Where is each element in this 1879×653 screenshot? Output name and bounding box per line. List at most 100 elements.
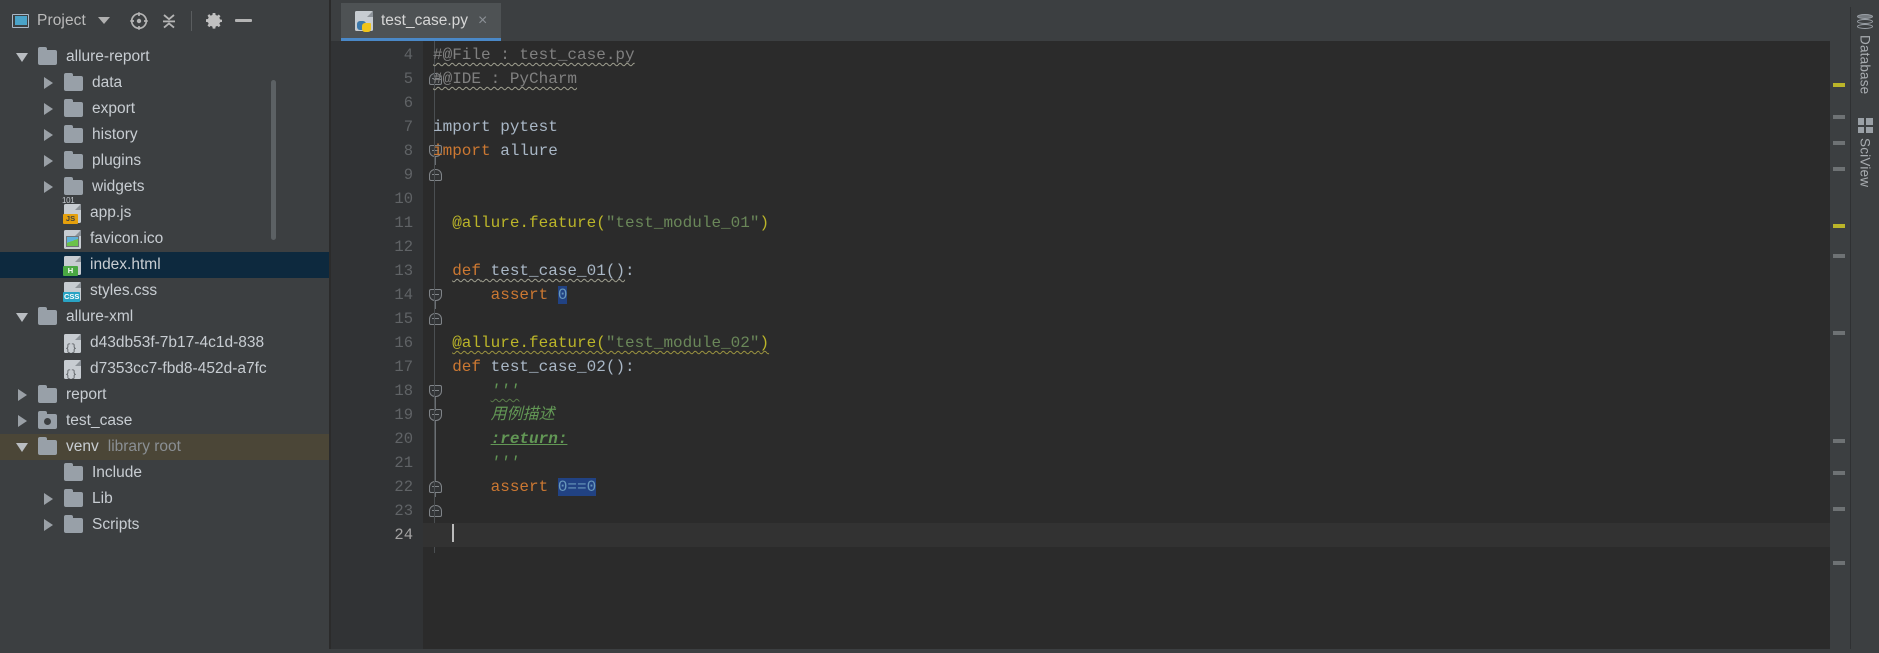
xml-file-icon — [64, 359, 81, 381]
window-bottom-edge — [0, 649, 1879, 653]
tree-item-venv[interactable]: venv library root — [0, 434, 331, 460]
code-line-21[interactable]: ''' — [423, 451, 1830, 475]
tree-item-index-html[interactable]: Hindex.html — [0, 252, 331, 278]
folder-icon — [38, 46, 57, 65]
tool-button-sciview[interactable]: SciView — [1851, 118, 1879, 188]
code-line-4[interactable]: #@File : test_case.py — [423, 43, 1830, 67]
collapse-arrow-icon[interactable] — [14, 387, 30, 403]
collapse-arrow-icon[interactable] — [40, 153, 56, 169]
change-marker[interactable] — [1833, 471, 1845, 475]
tree-item-scripts[interactable]: Scripts — [0, 512, 331, 538]
warning-marker[interactable] — [1833, 224, 1845, 228]
code-line-6[interactable] — [423, 91, 1830, 115]
code-line-19[interactable]: 用例描述 — [423, 403, 1830, 427]
folder-icon — [64, 72, 83, 91]
main-body: Project allure-report data export histor… — [0, 0, 1879, 653]
grid-chart-icon — [1857, 118, 1873, 134]
code-comment: #@File : test_case.py — [433, 46, 635, 64]
expand-arrow-icon[interactable] — [14, 439, 30, 455]
change-marker[interactable] — [1833, 439, 1845, 443]
change-marker[interactable] — [1833, 115, 1845, 119]
css-file-icon: CSS — [63, 281, 81, 302]
project-file-tree[interactable]: allure-report data export history plugins wid… — [0, 41, 331, 653]
project-scrollbar-thumb[interactable] — [271, 80, 276, 240]
code-keyword: import — [433, 118, 491, 136]
tree-item-data[interactable]: data — [0, 70, 331, 96]
code-line-17[interactable]: def test_case_02(): — [423, 355, 1830, 379]
crosshair-target-icon[interactable] — [124, 6, 154, 36]
code-line-8[interactable]: import allure — [423, 139, 1830, 163]
line-number-22: 22 — [394, 478, 413, 496]
twisty-placeholder — [40, 465, 56, 481]
code-string: "test_module_02" — [605, 334, 760, 352]
collapse-arrow-icon[interactable] — [14, 413, 30, 429]
change-marker[interactable] — [1833, 167, 1845, 171]
code-line-7[interactable]: import pytest — [423, 115, 1830, 139]
warning-marker[interactable] — [1833, 83, 1845, 87]
code-line-15[interactable] — [423, 307, 1830, 331]
collapse-all-icon[interactable] — [154, 6, 184, 36]
tree-item-app-js[interactable]: 101 JS app.js — [0, 196, 331, 226]
tree-item-lib[interactable]: Lib — [0, 486, 331, 512]
code-line-14[interactable]: assert 0 — [423, 283, 1830, 307]
code-line-16[interactable]: @allure.feature("test_module_02") — [423, 331, 1830, 355]
code-line-18[interactable]: ''' — [423, 379, 1830, 403]
tree-item-label: favicon.ico — [90, 230, 164, 247]
collapse-arrow-icon[interactable] — [40, 491, 56, 507]
tree-item-label: data — [92, 74, 123, 91]
code-line-13[interactable]: def test_case_01(): — [423, 259, 1830, 283]
code-line-11[interactable]: @allure.feature("test_module_01") — [423, 211, 1830, 235]
change-marker[interactable] — [1833, 141, 1845, 145]
code-line-22[interactable]: assert 0==0 — [423, 475, 1830, 499]
folder-icon — [38, 384, 57, 403]
tree-item-plugins[interactable]: plugins — [0, 148, 331, 174]
tree-item-allure-report[interactable]: allure-report — [0, 44, 331, 70]
folder-icon — [64, 462, 83, 481]
tree-item-d43db53f-7b17-4c1d-838[interactable]: d43db53f-7b17-4c1d-838 — [0, 330, 331, 356]
code-text-area[interactable]: #@File : test_case.py #@IDE : PyCharm impo… — [423, 41, 1830, 653]
collapse-arrow-icon[interactable] — [40, 127, 56, 143]
code-line-20[interactable]: :return: — [423, 427, 1830, 451]
code-line-24[interactable] — [423, 523, 1830, 547]
code-line-10[interactable] — [423, 187, 1830, 211]
editor-marker-bar[interactable] — [1830, 41, 1850, 653]
collapse-arrow-icon[interactable] — [40, 517, 56, 533]
expand-arrow-icon[interactable] — [14, 49, 30, 65]
code-line-5[interactable]: #@IDE : PyCharm — [423, 67, 1830, 91]
collapse-arrow-icon[interactable] — [40, 101, 56, 117]
tree-item-include[interactable]: Include — [0, 460, 331, 486]
chevron-down-icon[interactable] — [97, 17, 110, 24]
project-window-icon — [12, 13, 29, 28]
line-number-10: 10 — [394, 190, 413, 208]
change-marker[interactable] — [1833, 507, 1845, 511]
change-marker[interactable] — [1833, 331, 1845, 335]
editor-tab-test-case-py[interactable]: test_case.py × — [341, 3, 502, 41]
code-line-23[interactable] — [423, 499, 1830, 523]
tree-item-test-case[interactable]: test_case — [0, 408, 331, 434]
gear-icon[interactable] — [199, 6, 229, 36]
tree-item-allure-xml[interactable]: allure-xml — [0, 304, 331, 330]
collapse-arrow-icon[interactable] — [40, 75, 56, 91]
line-number-19: 19 — [394, 406, 413, 424]
tree-item-report[interactable]: report — [0, 382, 331, 408]
tree-item-export[interactable]: export — [0, 96, 331, 122]
folder-icon — [64, 488, 83, 507]
code-line-9[interactable] — [423, 163, 1830, 187]
tree-item-widgets[interactable]: widgets — [0, 174, 331, 200]
project-view-selector[interactable]: Project — [12, 0, 124, 41]
database-icon — [1857, 14, 1873, 30]
collapse-arrow-icon[interactable] — [40, 179, 56, 195]
tree-item-history[interactable]: history — [0, 122, 331, 148]
expand-arrow-icon[interactable] — [14, 309, 30, 325]
tree-item-styles-css[interactable]: CSS styles.css — [0, 278, 331, 304]
close-icon[interactable]: × — [476, 12, 489, 29]
code-line-12[interactable] — [423, 235, 1830, 259]
change-marker[interactable] — [1833, 561, 1845, 565]
minimize-icon[interactable] — [229, 6, 259, 36]
tree-item-favicon-ico[interactable]: favicon.ico — [0, 226, 331, 252]
tool-button-database[interactable]: Database — [1851, 14, 1879, 94]
tree-item-d7353cc7-fbd8-452d-a7fc[interactable]: d7353cc7-fbd8-452d-a7fc — [0, 356, 331, 382]
line-number-15: 15 — [394, 310, 413, 328]
change-marker[interactable] — [1833, 254, 1845, 258]
editor-gutter[interactable]: 4 5 6 7 8 9 10 11 12 13 14 15 16 17 18 19 20 21 22 23 24 — [331, 41, 442, 653]
